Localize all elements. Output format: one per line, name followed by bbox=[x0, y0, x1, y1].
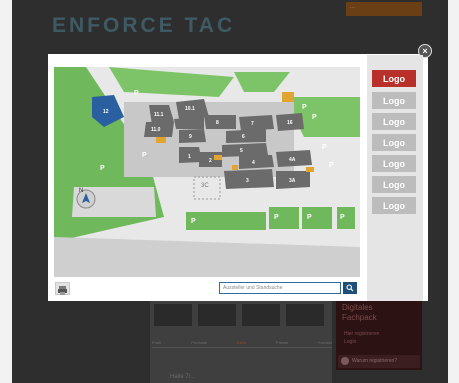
hall-8 bbox=[204, 115, 236, 129]
hall-7 bbox=[239, 115, 274, 131]
svg-text:3C: 3C bbox=[201, 183, 209, 189]
svg-text:P: P bbox=[191, 218, 196, 225]
product-thumbnail bbox=[286, 304, 324, 326]
tabs-divider bbox=[152, 347, 332, 348]
hall-location-text: Halle 7/... bbox=[170, 374, 196, 380]
panel-title-line2: Fachpack bbox=[342, 313, 377, 322]
svg-text:P: P bbox=[307, 214, 312, 221]
register-link[interactable]: Hier registrieren bbox=[344, 331, 380, 337]
svg-text:P: P bbox=[142, 152, 147, 159]
product-thumbnail bbox=[198, 304, 236, 326]
svg-text:P: P bbox=[100, 165, 105, 172]
exhibitor-tabs: Profil Produkte Infos Presse Kontakt bbox=[152, 340, 332, 345]
exhibitor-logo-6[interactable]: Logo bbox=[372, 176, 416, 193]
svg-text:P: P bbox=[329, 162, 334, 169]
svg-text:1: 1 bbox=[188, 154, 191, 160]
hall-4 bbox=[239, 155, 274, 169]
printer-icon bbox=[58, 286, 67, 295]
svg-text:2: 2 bbox=[209, 158, 212, 164]
svg-text:N: N bbox=[79, 188, 83, 194]
entrance-marker bbox=[306, 167, 314, 172]
exhibitor-logo-4[interactable]: Logo bbox=[372, 134, 416, 151]
tab-presse[interactable]: Presse bbox=[276, 340, 288, 345]
svg-text:11.1: 11.1 bbox=[154, 112, 164, 118]
svg-text:4: 4 bbox=[252, 160, 255, 166]
exhibitor-logo-1[interactable]: Logo bbox=[372, 70, 416, 87]
question-icon bbox=[341, 357, 349, 365]
svg-text:8: 8 bbox=[216, 120, 219, 126]
tab-produkte[interactable]: Produkte bbox=[191, 340, 207, 345]
exhibitor-logo-3[interactable]: Logo bbox=[372, 113, 416, 130]
svg-text:P: P bbox=[312, 114, 317, 121]
svg-text:5: 5 bbox=[240, 148, 243, 154]
hall-9 bbox=[179, 129, 206, 143]
hall-6 bbox=[226, 129, 266, 143]
entrance-marker bbox=[232, 165, 238, 170]
svg-text:P: P bbox=[302, 104, 307, 111]
exhibitor-logo-7[interactable]: Logo bbox=[372, 197, 416, 214]
tab-kontakt[interactable]: Kontakt bbox=[318, 340, 332, 345]
svg-text:9: 9 bbox=[189, 134, 192, 140]
search-button[interactable] bbox=[343, 282, 357, 294]
page-right-margin bbox=[448, 0, 459, 383]
svg-text:3: 3 bbox=[246, 178, 249, 184]
svg-text:3A: 3A bbox=[289, 178, 296, 184]
panel-title-line1: Digitales bbox=[342, 303, 373, 312]
svg-text:12: 12 bbox=[103, 109, 109, 115]
entrance-marker bbox=[282, 92, 294, 102]
svg-text:P: P bbox=[274, 214, 279, 221]
svg-text:4A: 4A bbox=[289, 157, 296, 163]
exhibitor-search-input[interactable] bbox=[219, 282, 341, 294]
parking-area-1 bbox=[186, 212, 266, 230]
fairground-map[interactable]: 12 11.1 11.0 10.1 9 8 7 16 6 5 4 4A 3 3A… bbox=[54, 67, 360, 277]
svg-text:7: 7 bbox=[251, 121, 254, 127]
exhibitor-logo-2[interactable]: Logo bbox=[372, 92, 416, 109]
tab-profil[interactable]: Profil bbox=[152, 340, 161, 345]
product-thumbnail bbox=[154, 304, 192, 326]
entrance-marker bbox=[156, 137, 166, 143]
header-orange-button-label: ... bbox=[350, 4, 356, 10]
svg-text:P: P bbox=[340, 214, 345, 221]
svg-text:11.0: 11.0 bbox=[151, 127, 161, 133]
entrance-marker bbox=[214, 155, 222, 160]
svg-text:10.1: 10.1 bbox=[185, 106, 195, 112]
svg-text:P: P bbox=[322, 144, 327, 151]
hall-5 bbox=[222, 143, 268, 157]
magnifier-icon bbox=[346, 284, 354, 292]
exhibitor-logo-5[interactable]: Logo bbox=[372, 155, 416, 172]
tab-infos[interactable]: Infos bbox=[237, 340, 246, 345]
print-button[interactable] bbox=[55, 282, 70, 295]
svg-text:16: 16 bbox=[287, 120, 293, 126]
hall-10-0 bbox=[174, 117, 204, 129]
svg-text:6: 6 bbox=[242, 134, 245, 140]
svg-text:P: P bbox=[134, 90, 139, 97]
login-link[interactable]: Login bbox=[344, 339, 356, 345]
hall-3 bbox=[224, 169, 274, 189]
why-register-label: Warum registrieren? bbox=[352, 358, 398, 364]
header-orange-button[interactable] bbox=[346, 2, 422, 16]
product-thumbnail bbox=[242, 304, 280, 326]
site-logo[interactable]: ENFORCE TAC bbox=[52, 14, 235, 38]
